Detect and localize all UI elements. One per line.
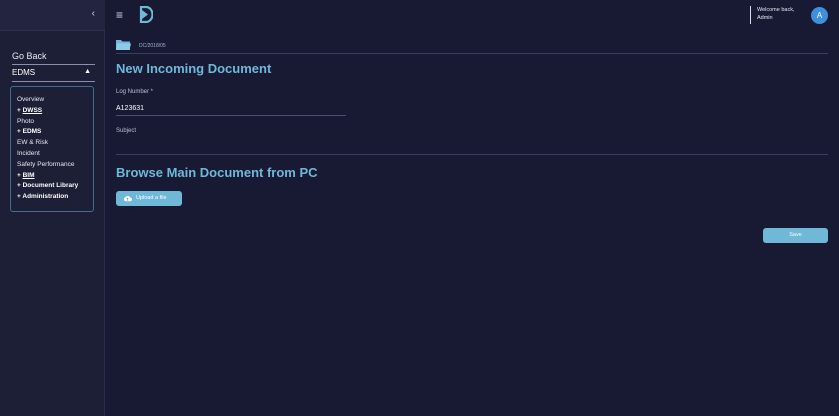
module-dropdown[interactable]: EDMS ▲ — [12, 68, 95, 82]
topbar-divider — [750, 6, 751, 24]
sidebar-item-edms[interactable]: + EDMS — [17, 127, 78, 138]
subject-label: Subject — [116, 128, 137, 134]
sidebar-item-safety-performance[interactable]: Safety Performance — [17, 160, 78, 171]
nav-list: Overview + DWSS Photo + EDMS EW & Risk Incide… — [17, 95, 78, 203]
folder-icon — [116, 40, 131, 50]
sidebar-item-overview[interactable]: Overview — [17, 95, 78, 106]
log-number-field[interactable] — [116, 101, 346, 116]
sidebar-header: ‹ — [0, 0, 105, 31]
sidebar-item-administration[interactable]: + Administration — [17, 192, 78, 203]
sidebar-item-bim[interactable]: + BIM — [17, 171, 78, 182]
sidebar-item-photo[interactable]: Photo — [17, 117, 78, 128]
breadcrumb[interactable]: DC/2018/05 — [139, 43, 166, 49]
module-dropdown-label: EDMS — [12, 68, 36, 77]
sidebar-item-label: Photo — [17, 117, 34, 125]
sidebar-item-label: BIM — [22, 171, 35, 179]
sidebar-item-incident[interactable]: Incident — [17, 149, 78, 160]
save-button[interactable]: Save — [763, 228, 828, 243]
sidebar-item-ew-risk[interactable]: EW & Risk — [17, 138, 78, 149]
sidebar-item-label: Administration — [22, 193, 69, 201]
sidebar-item-label: Safety Performance — [17, 160, 75, 168]
welcome-text: Welcome back, Admin — [757, 6, 795, 22]
browse-section-title: Browse Main Document from PC — [116, 165, 318, 180]
sidebar-item-document-library[interactable]: + Document Library — [17, 181, 78, 192]
upload-file-button[interactable]: Upload a file — [116, 191, 182, 206]
page-title: New Incoming Document — [116, 61, 272, 76]
module-nav: Overview + DWSS Photo + EDMS EW & Risk Incide… — [10, 86, 94, 212]
upload-file-label: Upload a file — [136, 195, 167, 201]
go-back-link[interactable]: Go Back — [12, 51, 95, 65]
chevron-left-icon[interactable]: ‹ — [92, 8, 95, 19]
cloud-upload-icon — [123, 195, 132, 202]
sidebar-item-label: DWSS — [22, 106, 43, 114]
welcome-line: Welcome back, — [757, 7, 795, 13]
top-bar: ≡ Welcome back, Admin A — [105, 0, 839, 30]
avatar[interactable]: A — [811, 7, 828, 24]
divider — [116, 53, 828, 54]
caret-up-icon: ▲ — [84, 68, 91, 75]
sidebar: ‹ Go Back EDMS ▲ Overview + DWSS Photo + ED… — [0, 0, 105, 416]
welcome-user: Admin — [757, 15, 773, 21]
sidebar-item-label: Document Library — [22, 182, 79, 190]
hamburger-icon[interactable]: ≡ — [116, 8, 123, 22]
sidebar-item-label: Incident — [17, 149, 40, 157]
sidebar-item-dwss[interactable]: + DWSS — [17, 106, 78, 117]
sidebar-item-label: Overview — [17, 96, 45, 103]
subject-field[interactable] — [116, 136, 416, 148]
sidebar-item-label: EDMS — [22, 128, 42, 136]
sidebar-item-label: EW & Risk — [17, 139, 49, 147]
app-logo-icon[interactable] — [139, 6, 153, 23]
divider — [116, 154, 828, 155]
log-number-label: Log Number * — [116, 89, 154, 95]
